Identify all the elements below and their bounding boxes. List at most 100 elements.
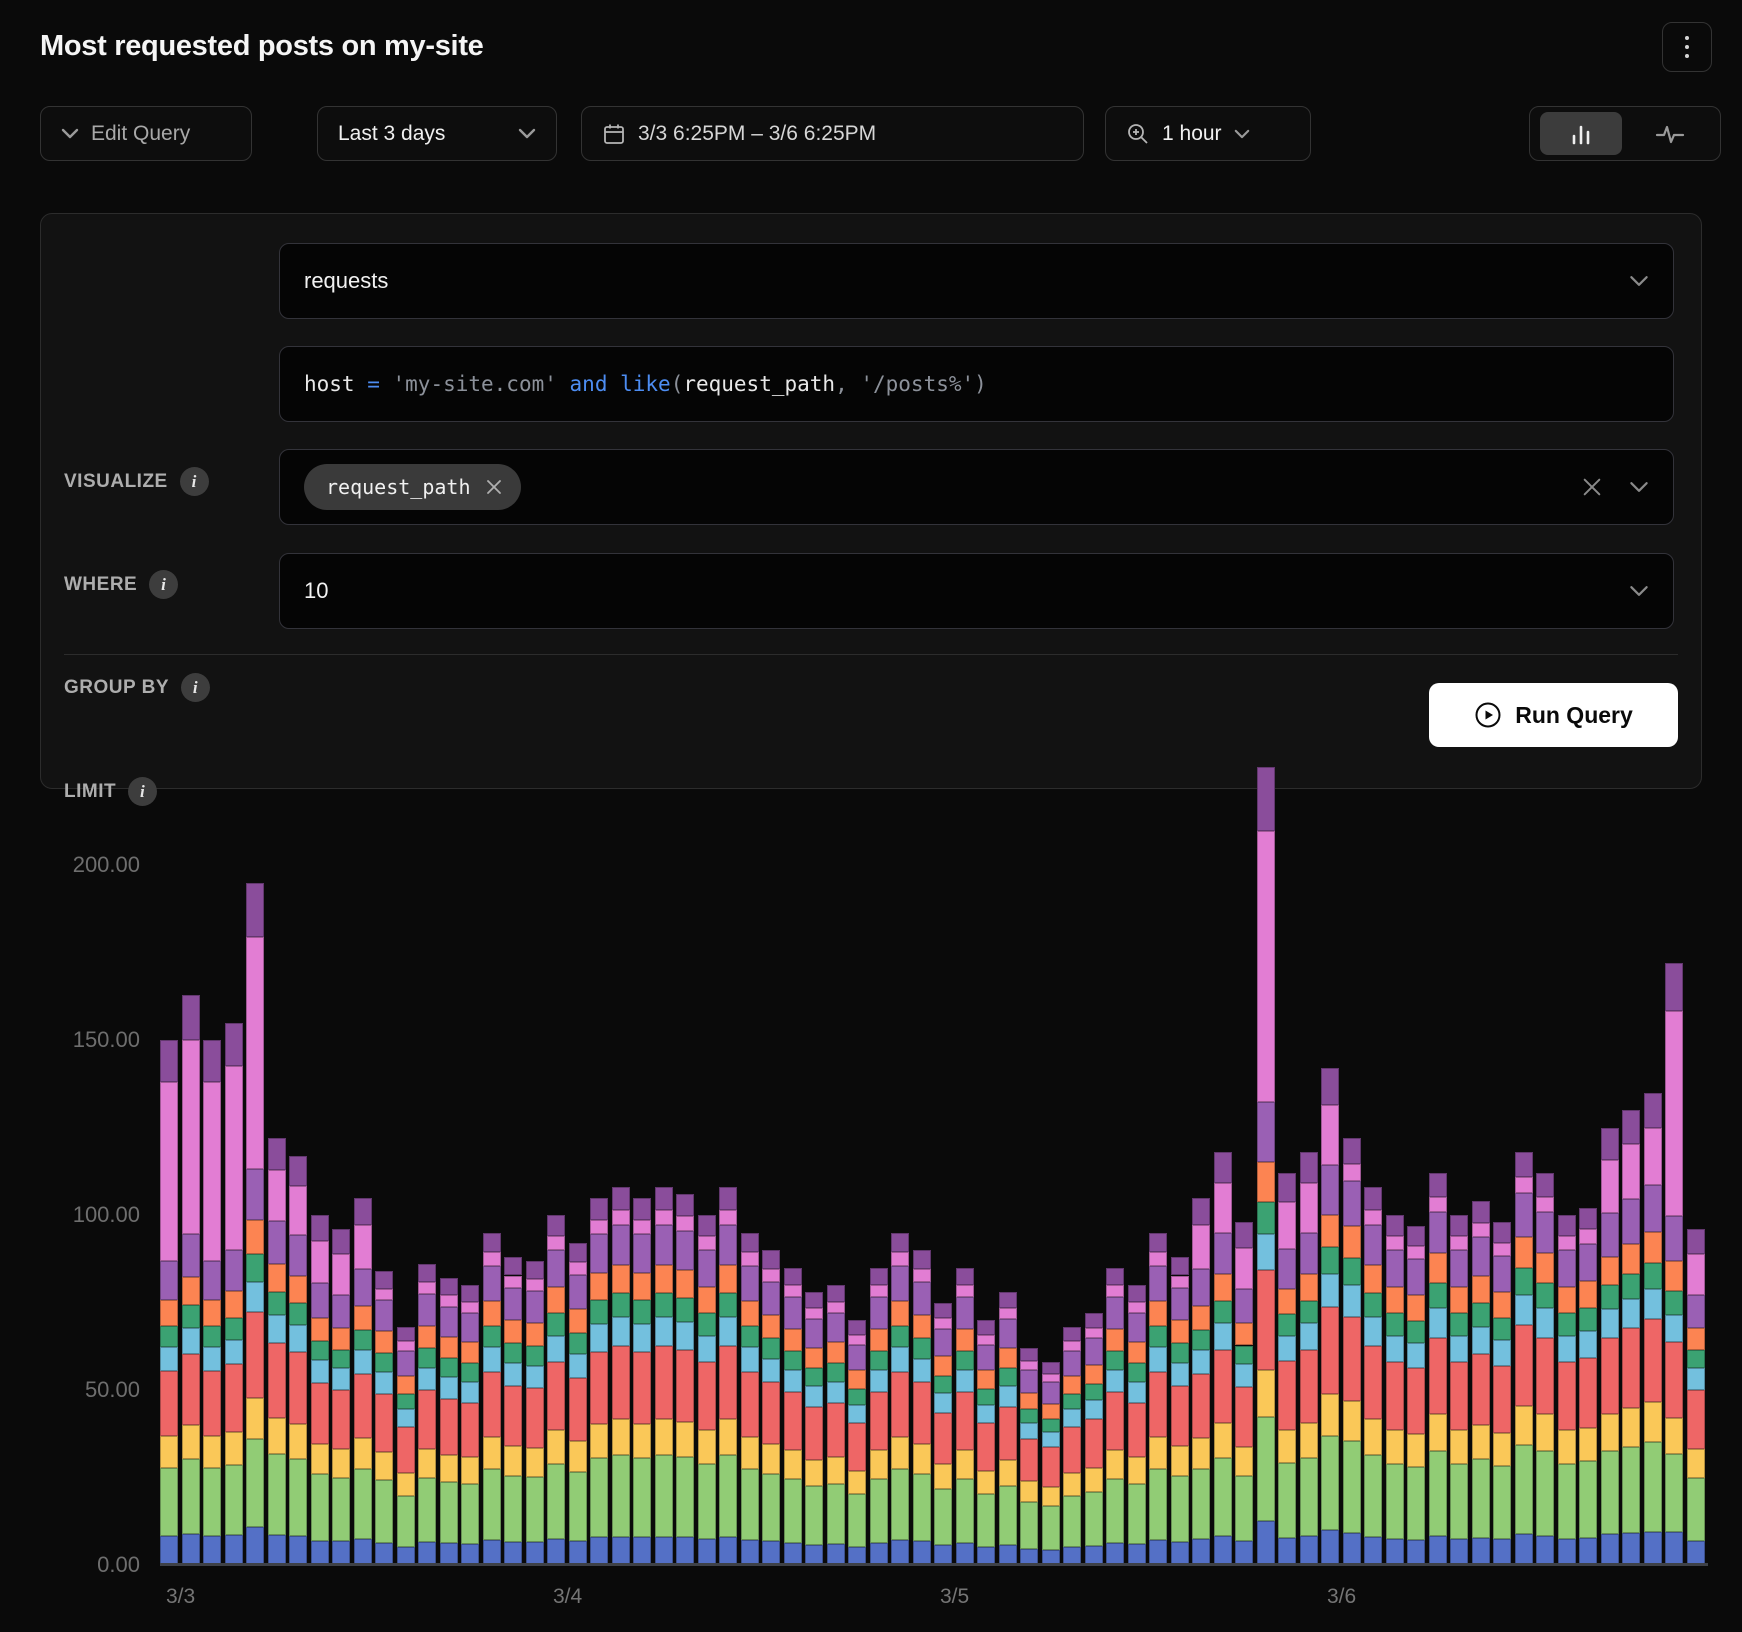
stacked-bar[interactable] bbox=[1235, 1222, 1253, 1565]
time-range-dropdown[interactable]: Last 3 days bbox=[317, 106, 557, 161]
stacked-bar[interactable] bbox=[1192, 1198, 1210, 1566]
run-query-button[interactable]: Run Query bbox=[1429, 683, 1678, 747]
stacked-bar[interactable] bbox=[805, 1292, 823, 1565]
line-chart-toggle-button[interactable] bbox=[1629, 112, 1711, 155]
stacked-bar[interactable] bbox=[1515, 1152, 1533, 1565]
info-icon[interactable]: i bbox=[181, 673, 210, 702]
stacked-bar[interactable] bbox=[397, 1327, 415, 1565]
stacked-bar[interactable] bbox=[182, 995, 200, 1566]
stacked-bar[interactable] bbox=[225, 1023, 243, 1566]
stacked-bar[interactable] bbox=[633, 1198, 651, 1566]
limit-select[interactable]: 10 bbox=[279, 553, 1674, 629]
stacked-bar[interactable] bbox=[1558, 1215, 1576, 1565]
stacked-bar[interactable] bbox=[504, 1257, 522, 1565]
chevron-down-icon[interactable] bbox=[1629, 275, 1649, 287]
stacked-bar[interactable] bbox=[676, 1194, 694, 1565]
bar-segment-series-green bbox=[1386, 1464, 1404, 1539]
bar-segment-series-pink bbox=[1386, 1236, 1404, 1250]
stacked-bar[interactable] bbox=[1063, 1327, 1081, 1565]
info-icon[interactable]: i bbox=[149, 570, 178, 599]
bar-chart-toggle-button[interactable] bbox=[1540, 112, 1622, 155]
stacked-bar[interactable] bbox=[289, 1156, 307, 1566]
stacked-bar[interactable] bbox=[655, 1187, 673, 1565]
stacked-bar[interactable] bbox=[246, 883, 264, 1566]
stacked-bar[interactable] bbox=[332, 1229, 350, 1565]
stacked-bar[interactable] bbox=[1601, 1128, 1619, 1566]
kebab-menu-button[interactable] bbox=[1662, 22, 1712, 72]
stacked-bar[interactable] bbox=[526, 1261, 544, 1566]
stacked-bar[interactable] bbox=[891, 1233, 909, 1566]
stacked-bar[interactable] bbox=[1579, 1208, 1597, 1565]
stacked-bar[interactable] bbox=[1085, 1313, 1103, 1565]
stacked-bar[interactable] bbox=[590, 1198, 608, 1566]
stacked-bar[interactable] bbox=[934, 1303, 952, 1566]
chip-remove-icon[interactable] bbox=[485, 478, 503, 496]
bar-segment-series-purple bbox=[1515, 1193, 1533, 1236]
stacked-bar[interactable] bbox=[1214, 1152, 1232, 1565]
stacked-bar[interactable] bbox=[1429, 1173, 1447, 1565]
bar-segment-series-pink bbox=[1407, 1246, 1425, 1260]
stacked-bar[interactable] bbox=[1300, 1152, 1318, 1565]
stacked-bar[interactable] bbox=[268, 1138, 286, 1565]
stacked-bar[interactable] bbox=[1278, 1173, 1296, 1565]
stacked-bar[interactable] bbox=[762, 1250, 780, 1565]
stacked-bar[interactable] bbox=[870, 1268, 888, 1566]
stacked-bar[interactable] bbox=[1321, 1068, 1339, 1565]
where-input[interactable]: host = 'my-site.com' and like(request_pa… bbox=[279, 346, 1674, 422]
stacked-bar[interactable] bbox=[999, 1292, 1017, 1565]
edit-query-button[interactable]: Edit Query bbox=[40, 106, 252, 161]
stacked-bar[interactable] bbox=[719, 1187, 737, 1565]
chevron-down-icon[interactable] bbox=[1629, 481, 1649, 493]
stacked-bar[interactable] bbox=[612, 1187, 630, 1565]
stacked-bar[interactable] bbox=[1407, 1226, 1425, 1566]
stacked-bar[interactable] bbox=[1020, 1348, 1038, 1565]
date-range-picker[interactable]: 3/3 6:25PM – 3/6 6:25PM bbox=[581, 106, 1084, 161]
stacked-bar[interactable] bbox=[1343, 1138, 1361, 1565]
stacked-bar[interactable] bbox=[1171, 1257, 1189, 1565]
chevron-down-icon[interactable] bbox=[1629, 585, 1649, 597]
stacked-bar[interactable] bbox=[160, 1040, 178, 1565]
stacked-bar[interactable] bbox=[569, 1243, 587, 1565]
stacked-bar[interactable] bbox=[956, 1268, 974, 1566]
stacked-bar[interactable] bbox=[461, 1285, 479, 1565]
stacked-bar[interactable] bbox=[784, 1268, 802, 1566]
stacked-bar[interactable] bbox=[1149, 1233, 1167, 1566]
stacked-bar[interactable] bbox=[483, 1233, 501, 1566]
group-by-chip[interactable]: request_path bbox=[304, 464, 521, 510]
stacked-bar[interactable] bbox=[1042, 1362, 1060, 1565]
clear-icon[interactable] bbox=[1581, 476, 1603, 498]
stacked-bar[interactable] bbox=[1106, 1268, 1124, 1566]
stacked-bar[interactable] bbox=[1622, 1110, 1640, 1565]
stacked-bar[interactable] bbox=[1128, 1285, 1146, 1565]
info-icon[interactable]: i bbox=[180, 467, 209, 496]
visualize-select[interactable]: requests bbox=[279, 243, 1674, 319]
stacked-bar[interactable] bbox=[1450, 1215, 1468, 1565]
stacked-bar[interactable] bbox=[375, 1271, 393, 1565]
stacked-bar[interactable] bbox=[311, 1215, 329, 1565]
stacked-bar[interactable] bbox=[977, 1320, 995, 1565]
stacked-bar[interactable] bbox=[203, 1040, 221, 1565]
stacked-bar[interactable] bbox=[547, 1215, 565, 1565]
stacked-bar[interactable] bbox=[1687, 1229, 1705, 1565]
bar-segment-series-yellow bbox=[526, 1448, 544, 1477]
bar-segment-series-skyblue bbox=[268, 1315, 286, 1343]
stacked-bar[interactable] bbox=[1536, 1173, 1554, 1565]
stacked-bar[interactable] bbox=[1257, 767, 1275, 1565]
bar-segment-series-seagreen bbox=[762, 1338, 780, 1358]
stacked-bar[interactable] bbox=[418, 1264, 436, 1565]
stacked-bar[interactable] bbox=[741, 1233, 759, 1566]
stacked-bar[interactable] bbox=[1644, 1093, 1662, 1566]
stacked-bar[interactable] bbox=[848, 1320, 866, 1565]
stacked-bar[interactable] bbox=[1493, 1222, 1511, 1565]
stacked-bar[interactable] bbox=[698, 1215, 716, 1565]
stacked-bar[interactable] bbox=[440, 1278, 458, 1565]
stacked-bar[interactable] bbox=[1386, 1215, 1404, 1565]
stacked-bar[interactable] bbox=[1472, 1201, 1490, 1565]
interval-dropdown[interactable]: 1 hour bbox=[1105, 106, 1311, 161]
stacked-bar[interactable] bbox=[1364, 1187, 1382, 1565]
stacked-bar[interactable] bbox=[913, 1250, 931, 1565]
stacked-bar[interactable] bbox=[354, 1198, 372, 1566]
stacked-bar[interactable] bbox=[1665, 963, 1683, 1565]
stacked-bar[interactable] bbox=[827, 1285, 845, 1565]
group-by-select[interactable]: request_path bbox=[279, 449, 1674, 525]
